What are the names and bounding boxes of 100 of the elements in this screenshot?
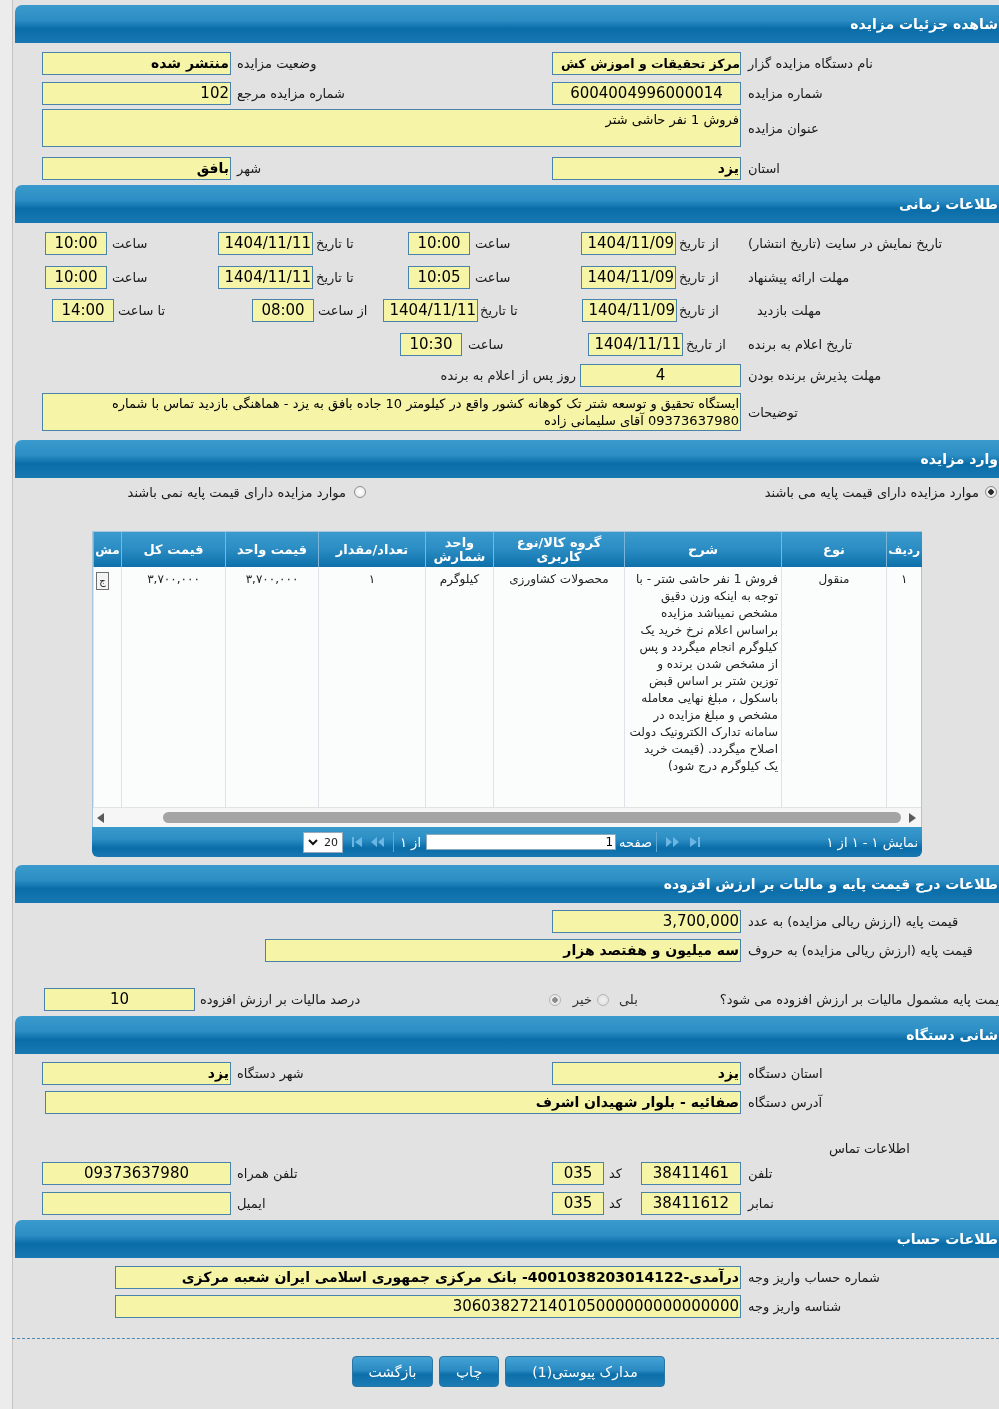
details-button[interactable]: ج [96,572,109,590]
input-field[interactable]: 306038272140105000000000000000 [115,1295,741,1318]
field-label: تا ساعت [118,303,166,318]
column-header[interactable]: تعداد/مقدار [318,532,426,567]
column-header[interactable]: گروه کالا/نوع کاربری [493,532,625,567]
notes-field[interactable]: ایستگاه تحقیق و توسعه شتر تک کوهانه کشور واقع در کیلومتر 10 جاده بافق به یزد - هماهنگی بازدید تماس با شماره 09373637980 آقای سلیمانی زاده [42,393,741,431]
section-title: طلاعات حساب [896,1231,998,1247]
date-field[interactable]: 1404/11/09 [582,299,677,322]
column-header[interactable]: شرح [624,532,782,567]
scrollbar-thumb[interactable] [163,812,901,823]
time-field[interactable]: 10:30 [400,333,462,356]
radio-label[interactable]: موارد مزایده دارای قیمت پایه نمی باشند [127,484,346,500]
phone-field[interactable]: 38411461 [641,1162,741,1185]
field-label: از ساعت [318,303,368,318]
field-label: ساعت [475,236,511,251]
radio-label[interactable]: موارد مزایده دارای قیمت پایه می باشند [764,484,979,500]
field-label: نام دستگاه مزایده گزار [748,56,873,71]
section-title: شانی دستگاه [906,1027,998,1043]
radio-button[interactable] [354,486,366,498]
area-code-field[interactable]: 035 [552,1192,604,1215]
field-label: آدرس دستگاه [748,1095,823,1110]
input-field[interactable]: 3,700,000 [552,910,741,933]
time-field[interactable]: 10:00 [45,266,107,289]
field-label: شهر دستگاه [237,1066,304,1081]
page-size-select[interactable]: 20 [303,831,343,853]
input-field[interactable]: سه میلیون و هفتصد هزار [265,939,741,962]
chevron-down-icon [308,838,318,846]
date-field[interactable]: 1404/11/09 [581,232,676,255]
action-button[interactable]: بازگشت [352,1356,433,1387]
page-input[interactable]: 1 [426,834,616,850]
time-field[interactable]: 10:00 [45,232,107,255]
email-field[interactable] [42,1192,231,1215]
input-field[interactable]: یزد [552,1062,741,1085]
phone-field[interactable]: 38411612 [641,1192,741,1215]
field-label: ساعت [468,337,504,352]
field-label: قیمت پایه (ارزش ریالی مزایده) به عدد [748,914,959,929]
field-label: ساعت [475,270,511,285]
page-label: صفحه [619,834,652,850]
input-field[interactable]: 4 [580,364,741,387]
time-field[interactable]: 14:00 [52,299,114,322]
area-code-field[interactable]: 035 [552,1162,604,1185]
input-field[interactable]: 102 [42,82,231,105]
radio-button[interactable] [985,486,997,498]
date-field[interactable]: 1404/11/11 [383,299,478,322]
field-label: کد [609,1196,622,1211]
action-button[interactable]: چاپ [439,1356,499,1387]
field-label: از تاریخ [679,303,719,318]
mobile-field[interactable]: 09373637980 [42,1162,231,1185]
field-label: ساعت [112,270,148,285]
field-suffix: روز پس از اعلام به برنده [440,368,576,383]
section-title: شاهده جزئیات مزایده [850,16,998,32]
horizontal-scrollbar[interactable] [93,807,921,827]
field-label: درصد مالیات بر ارزش افزوده [200,992,361,1007]
record-summary: نمایش ۱ - ۱ از ۱ [826,834,918,850]
field-label: استان [748,161,780,176]
field-label: تاریخ نمایش در سایت (تاریخ انتشار) [748,236,943,251]
section-title: طلاعات زمانی [899,196,998,212]
field-label: قیمت پایه (ارزش ریالی مزایده) به حروف [748,943,973,958]
input-field[interactable]: مرکز تحقیقات و اموزش کش [552,52,741,75]
date-field[interactable]: 1404/11/11 [218,266,313,289]
input-field[interactable]: 6004004996000014 [552,82,741,105]
input-field[interactable]: 10 [44,988,195,1011]
field-label: استان دستگاه [748,1066,823,1081]
field-label: ساعت [112,236,148,251]
input-field[interactable]: صفائیه - بلوار شهیدان اشرف [45,1091,741,1114]
field-label: مهلت پذیرش برنده بودن [748,368,882,383]
input-field[interactable]: فروش 1 نفر حاشی شتر [42,109,741,147]
field-label: تلفن همراه [237,1166,298,1181]
scroll-left-icon[interactable] [97,812,104,823]
section-title: طلاعات درج قیمت پایه و مالیات بر ارزش افزوده [663,876,998,892]
input-field[interactable]: یزد [42,1062,231,1085]
field-label: مهلت بازدید [757,303,822,318]
field-label: شماره حساب واریز وجه [748,1270,880,1285]
column-header[interactable]: قیمت واحد [225,532,319,567]
field-label: مهلت ارائه پیشنهاد [748,270,850,285]
scroll-right-icon[interactable] [909,812,916,823]
time-field[interactable]: 10:05 [408,266,470,289]
input-field[interactable]: منتشر شده [42,52,231,75]
column-header[interactable]: ردیف [886,532,922,567]
column-header[interactable]: نوع [781,532,887,567]
action-button[interactable]: مدارک پیوستی(1) [505,1356,665,1387]
input-field[interactable]: یزد [552,157,741,180]
field-label: تا تاریخ [316,270,354,285]
date-field[interactable]: 1404/11/09 [581,266,676,289]
field-label: از تاریخ [679,270,719,285]
column-header[interactable]: قیمت کل [121,532,226,567]
field-label: توضیحات [748,404,798,420]
time-field[interactable]: 08:00 [252,299,314,322]
field-label: ایمیل [237,1196,266,1211]
column-header[interactable]: واحد شمارش [425,532,494,567]
time-field[interactable]: 10:00 [408,232,470,255]
column-header[interactable]: مش [93,532,122,567]
date-field[interactable]: 1404/11/11 [218,232,313,255]
field-label: شماره مزایده [748,86,823,101]
date-field[interactable]: 1404/11/11 [588,333,683,356]
page-count: از ۱ [400,834,421,850]
input-field[interactable]: بافق [42,157,231,180]
field-label: از تاریخ [686,337,726,352]
input-field[interactable]: درآمدی-4001038203014122- بانک مرکزی جمهوری اسلامی ایران شعبه مرکزی [115,1266,741,1289]
field-label: کد [609,1166,622,1181]
